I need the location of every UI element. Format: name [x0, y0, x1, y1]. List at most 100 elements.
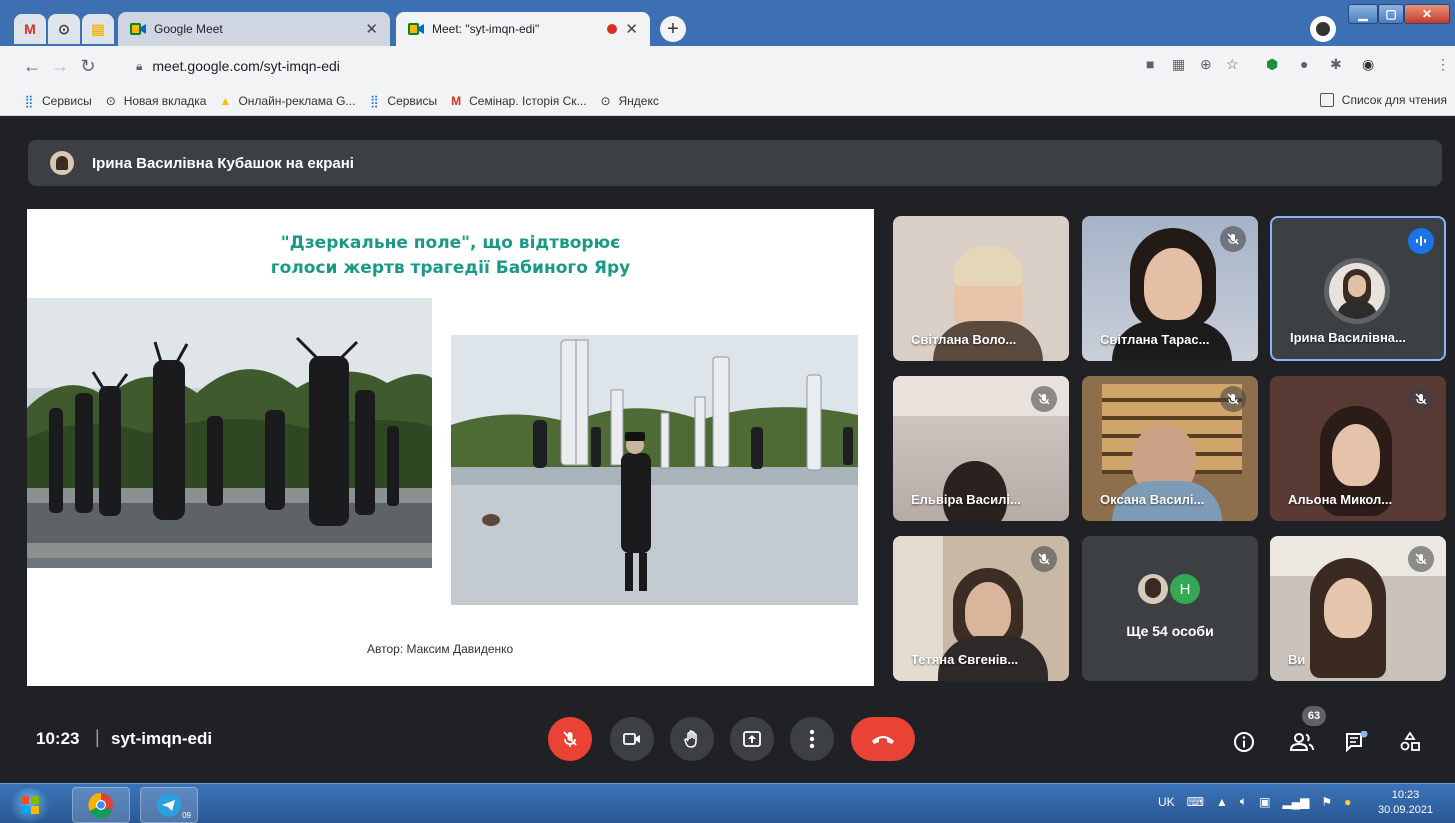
- chat-icon: [1346, 731, 1368, 753]
- bookmark-item[interactable]: ⊙ Новая вкладка: [104, 94, 207, 108]
- tab-label: Google Meet: [154, 22, 223, 36]
- people-button[interactable]: [1288, 728, 1316, 756]
- hang-up-icon: [872, 736, 894, 744]
- shared-screen: "Дзеркальне поле", що відтворює голоси ж…: [27, 209, 874, 686]
- flag-icon[interactable]: ⚑: [1321, 795, 1332, 809]
- apps-icon: ⣿: [370, 93, 379, 108]
- bookmark-star-icon[interactable]: ☆: [1226, 56, 1239, 73]
- forward-icon[interactable]: →: [46, 56, 74, 77]
- minimize-button[interactable]: ▁: [1348, 4, 1378, 24]
- translate-icon[interactable]: ▦: [1172, 56, 1185, 73]
- presenter-banner-text: Ірина Василівна Кубашок на екрані: [92, 154, 354, 172]
- pinned-tab-2[interactable]: ⊙: [48, 14, 80, 44]
- bookmark-label: Новая вкладка: [123, 93, 207, 108]
- self-view-tile[interactable]: Ви: [1270, 536, 1446, 681]
- maximize-button[interactable]: ▢: [1378, 4, 1404, 24]
- kebab-menu-icon[interactable]: ⋮: [1436, 56, 1450, 73]
- taskbar-telegram[interactable]: 09: [140, 787, 198, 823]
- slide-title-line: "Дзеркальне поле", що відтворює: [280, 233, 621, 253]
- chrome-icon: [88, 792, 113, 819]
- participant-tile[interactable]: Альона Микол...: [1270, 376, 1446, 521]
- chrome-icon: ⊙: [58, 20, 70, 37]
- mic-off-icon: [1220, 386, 1246, 412]
- participant-video: [1332, 424, 1380, 486]
- presenter-banner: Ірина Василівна Кубашок на екрані: [28, 140, 1442, 186]
- more-participants-tile[interactable]: Н Ще 54 особи: [1082, 536, 1258, 681]
- bookmark-label: Сервисы: [42, 93, 92, 108]
- meeting-time: 10:23: [36, 729, 80, 748]
- slide-title: "Дзеркальне поле", що відтворює голоси ж…: [27, 231, 874, 281]
- participant-tile[interactable]: Тетяна Євгенів...: [893, 536, 1069, 681]
- close-window-button[interactable]: ✕: [1404, 4, 1450, 24]
- bookmark-label: Сервисы: [387, 93, 438, 108]
- bookmark-label: Онлайн-реклама G...: [238, 93, 356, 108]
- participant-tile[interactable]: Світлана Воло...: [893, 216, 1069, 361]
- lock-icon: 🔒︎: [136, 58, 143, 73]
- participant-avatar: [1324, 258, 1390, 324]
- signal-icon[interactable]: ▂▄▆: [1282, 795, 1309, 809]
- participant-name: Альона Микол...: [1288, 492, 1393, 507]
- back-icon[interactable]: ←: [18, 56, 46, 77]
- bookmark-item[interactable]: ⣿ Сервисы: [367, 94, 437, 108]
- start-button[interactable]: [10, 788, 50, 822]
- mic-toggle-button[interactable]: [548, 717, 592, 761]
- profile-button[interactable]: [1310, 16, 1336, 42]
- bookmark-item[interactable]: ⊙ Яндекс: [598, 94, 658, 108]
- gmail-icon: M: [24, 21, 36, 37]
- windows-taskbar: 09 UK ⌨ ▲ 🔈︎ ▣ ▂▄▆ ⚑ ● 10:23 30.09.2021: [0, 783, 1455, 823]
- leave-call-button[interactable]: [851, 717, 915, 761]
- profile-avatar-icon[interactable]: ◉: [1362, 56, 1374, 73]
- taskbar-chrome[interactable]: [72, 787, 130, 823]
- participant-name: Оксана Василі...: [1100, 492, 1205, 507]
- meeting-code: syt-imqn-edi: [111, 729, 213, 748]
- extension-icon[interactable]: ●: [1300, 56, 1308, 72]
- keyboard-icon[interactable]: ⌨: [1187, 795, 1204, 809]
- participant-tile[interactable]: Оксана Василі...: [1082, 376, 1258, 521]
- camera-toggle-button[interactable]: [610, 717, 654, 761]
- zoom-icon[interactable]: ⊕: [1200, 56, 1212, 73]
- participant-tile[interactable]: Ельвіра Василі...: [893, 376, 1069, 521]
- camera-indicator-icon[interactable]: ■: [1146, 56, 1154, 72]
- raise-hand-button[interactable]: [670, 717, 714, 761]
- puzzle-icon[interactable]: ✱: [1330, 56, 1342, 73]
- tab-meet-active[interactable]: Meet: "syt-imqn-edi" ✕: [396, 12, 650, 46]
- bookmark-item[interactable]: ▲ Онлайн-реклама G...: [218, 94, 355, 108]
- system-clock[interactable]: 10:23 30.09.2021: [1378, 788, 1433, 818]
- mic-off-icon: [1031, 386, 1057, 412]
- docs-icon: ▤: [91, 20, 105, 37]
- meeting-details-button[interactable]: [1230, 728, 1258, 756]
- chat-button[interactable]: [1342, 728, 1370, 756]
- reload-icon[interactable]: ↻: [74, 56, 102, 77]
- shield-extension-icon[interactable]: ⬢: [1266, 56, 1278, 73]
- language-indicator[interactable]: UK: [1158, 795, 1175, 809]
- new-tab-button[interactable]: +: [660, 16, 686, 42]
- tab-google-meet[interactable]: Google Meet ✕: [118, 12, 390, 46]
- volume-icon[interactable]: 🔈︎: [1240, 794, 1247, 809]
- tray-expand-icon[interactable]: ▲: [1216, 795, 1228, 809]
- bookmark-item[interactable]: M Семінар. Історія Ск...: [449, 94, 586, 108]
- slide-author: Автор: Максим Давиденко: [367, 642, 514, 656]
- bookmark-label: Семінар. Історія Ск...: [469, 93, 587, 108]
- participant-tile-speaking[interactable]: Ірина Василівна...: [1270, 216, 1446, 361]
- pinned-tab-3[interactable]: ▤: [82, 14, 114, 44]
- reading-list-button[interactable]: Список для чтения: [1319, 93, 1447, 107]
- gmail-icon: M: [451, 93, 462, 108]
- close-tab-icon[interactable]: ✕: [625, 20, 638, 38]
- participant-video: [943, 461, 1007, 521]
- camera-icon: [623, 733, 640, 745]
- bookmark-item[interactable]: ⣿ Сервисы: [22, 94, 92, 108]
- people-icon: [1289, 733, 1314, 751]
- present-screen-button[interactable]: [730, 717, 774, 761]
- participant-tile[interactable]: Світлана Тарас...: [1082, 216, 1258, 361]
- update-icon[interactable]: ●: [1344, 795, 1351, 809]
- close-tab-icon[interactable]: ✕: [365, 20, 378, 38]
- activities-button[interactable]: [1396, 728, 1424, 756]
- network-icon[interactable]: ▣: [1259, 795, 1270, 809]
- more-options-button[interactable]: [790, 717, 834, 761]
- clock-time: 10:23: [1391, 789, 1420, 801]
- globe-icon: ⊙: [600, 93, 611, 108]
- address-bar[interactable]: 🔒︎ meet.google.com/syt-imqn-edi: [120, 52, 1270, 80]
- avatar-letter: Н: [1170, 574, 1200, 604]
- browser-tab-strip: M ⊙ ▤ Google Meet ✕ Meet: "syt-imqn-edi"…: [0, 0, 1455, 46]
- gmail-tab[interactable]: M: [14, 14, 46, 44]
